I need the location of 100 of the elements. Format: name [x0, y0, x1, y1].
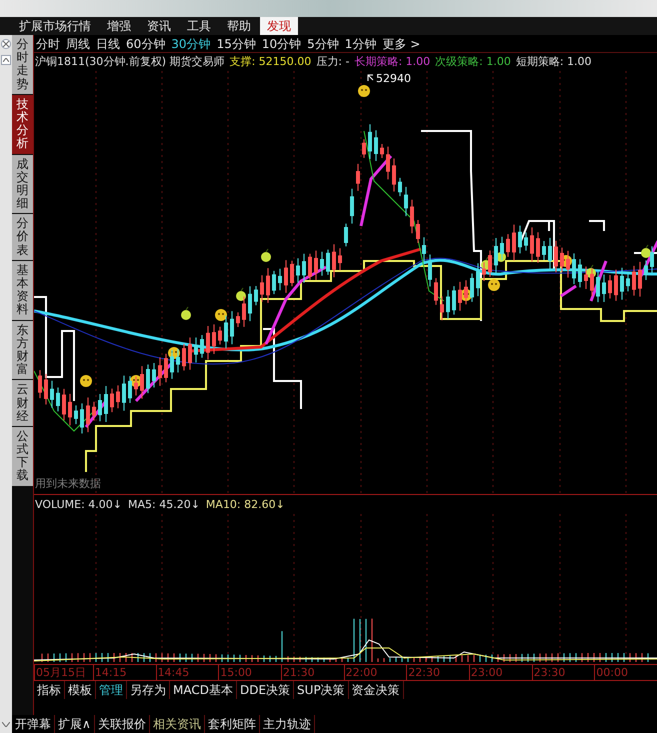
- candlestick: [398, 177, 402, 197]
- bottom-tab[interactable]: 主力轨迹: [260, 715, 315, 733]
- candlestick: [302, 253, 306, 284]
- time-label: 00:00: [594, 665, 657, 680]
- candlestick: [416, 219, 420, 244]
- indicator-tab[interactable]: MACD基本: [170, 681, 237, 699]
- candlestick: [164, 353, 168, 383]
- candlestick: [464, 280, 468, 305]
- candlestick: [470, 272, 474, 302]
- period-tab[interactable]: 5分钟: [307, 34, 339, 52]
- time-label: 21:30: [280, 665, 344, 680]
- indicator-tab[interactable]: SUP决策: [294, 681, 349, 699]
- candlestick: [554, 240, 558, 273]
- info-text: 沪铜1811(30分钟.前复权) 期货交易师: [35, 54, 225, 70]
- indicator-tab[interactable]: 指标: [34, 681, 65, 699]
- side-tab[interactable]: 分时走势: [12, 35, 33, 94]
- side-tab[interactable]: 技术分析: [12, 94, 33, 154]
- candlestick: [146, 364, 150, 394]
- candlestick: [272, 270, 276, 295]
- menu-item[interactable]: 帮助: [220, 17, 258, 35]
- indicator-tab[interactable]: DDE决策: [236, 681, 294, 699]
- candlestick: [92, 401, 96, 422]
- candlestick: [326, 249, 330, 276]
- bottom-tab[interactable]: 相关资讯: [150, 715, 205, 733]
- apple-icon: [181, 306, 191, 320]
- candlestick: [536, 232, 540, 264]
- candlestick: [512, 224, 516, 261]
- menu-item[interactable]: 工具: [180, 17, 218, 35]
- candlestick: [188, 337, 192, 370]
- period-tab[interactable]: 10分钟: [262, 34, 302, 52]
- candlestick: [332, 244, 336, 278]
- period-tab[interactable]: 分时: [36, 34, 60, 52]
- period-tab[interactable]: 15分钟: [216, 34, 256, 52]
- peak-price-label: 52940: [376, 71, 411, 87]
- candlestick: [434, 278, 438, 306]
- indicator-tab[interactable]: 管理: [96, 681, 127, 699]
- candlestick: [152, 362, 156, 388]
- bottom-tab[interactable]: 扩展∧: [55, 715, 95, 733]
- candlestick: [74, 404, 78, 425]
- candlestick: [578, 258, 582, 288]
- candlestick: [482, 262, 486, 282]
- period-tab[interactable]: 1分钟: [344, 34, 376, 52]
- up-arrow-icon[interactable]: [1, 55, 11, 65]
- candlestick: [614, 269, 618, 302]
- bottom-tab[interactable]: 开弹幕: [12, 715, 55, 733]
- indicator-tab[interactable]: 模板: [65, 681, 96, 699]
- candlestick: [428, 254, 432, 288]
- candlestick: [452, 286, 456, 316]
- volume-reading: MA10: 82.60↓: [206, 496, 285, 513]
- info-text: 支撑: 52150.00: [230, 54, 312, 70]
- menu-item[interactable]: 资讯: [140, 17, 178, 35]
- candlestick: [446, 289, 450, 320]
- side-tab[interactable]: 分价表: [12, 214, 33, 260]
- candlestick: [116, 384, 120, 409]
- candlestick: [266, 268, 270, 304]
- close-icon[interactable]: [1, 39, 11, 49]
- candlestick: [560, 247, 564, 272]
- menu-item[interactable]: 增强: [100, 17, 138, 35]
- menu-item[interactable]: 发现: [260, 17, 298, 35]
- side-tab[interactable]: 云财经: [12, 380, 33, 426]
- period-tab[interactable]: 60分钟: [126, 34, 166, 52]
- candlestick: [356, 163, 360, 192]
- side-tab[interactable]: 基本资料: [12, 260, 33, 320]
- volume-reading: VOLUME: 4.00↓: [35, 496, 122, 513]
- time-label: 14:45: [156, 665, 218, 680]
- bottom-tab[interactable]: 套利矩阵: [204, 715, 260, 733]
- candlestick: [260, 274, 264, 302]
- smiley-icon: [80, 375, 92, 387]
- candlestick: [488, 250, 492, 278]
- menu-item[interactable]: 扩展市场行情: [12, 17, 98, 35]
- apple-icon: [261, 248, 271, 262]
- candlestick: [194, 337, 198, 363]
- candlestick: [596, 270, 600, 303]
- period-tab[interactable]: 周线: [66, 34, 90, 52]
- candlestick: [104, 386, 108, 422]
- side-tab[interactable]: 公式下载: [12, 426, 33, 486]
- period-tab[interactable]: 30分钟: [171, 34, 211, 52]
- candlestick: [44, 373, 48, 406]
- candlestick: [344, 223, 348, 247]
- candlestick: [530, 226, 534, 262]
- indicator-tab[interactable]: 另存为: [127, 681, 170, 699]
- candlestick: [644, 260, 648, 280]
- indicator-tab[interactable]: 资金决策: [348, 681, 404, 699]
- period-tab[interactable]: 更多 >: [382, 34, 420, 52]
- candlestick: [590, 268, 594, 297]
- candlestick: [86, 397, 90, 433]
- candlestick: [362, 138, 366, 158]
- candlestick: [608, 274, 612, 300]
- time-label: 14:15: [92, 665, 156, 680]
- candlestick: [134, 376, 138, 396]
- side-tab[interactable]: 东方财富: [12, 320, 33, 380]
- candlestick: [650, 246, 654, 274]
- candlestick: [386, 146, 390, 180]
- dropdown-icon[interactable]: [0, 715, 12, 733]
- apple-icon: [641, 244, 651, 258]
- period-tab[interactable]: 日线: [96, 34, 120, 52]
- info-text: 次级策略: 1.00: [435, 54, 511, 70]
- side-tab[interactable]: 成交明细: [12, 154, 33, 214]
- bottom-tab[interactable]: 关联报价: [94, 715, 150, 733]
- candlestick: [176, 348, 180, 373]
